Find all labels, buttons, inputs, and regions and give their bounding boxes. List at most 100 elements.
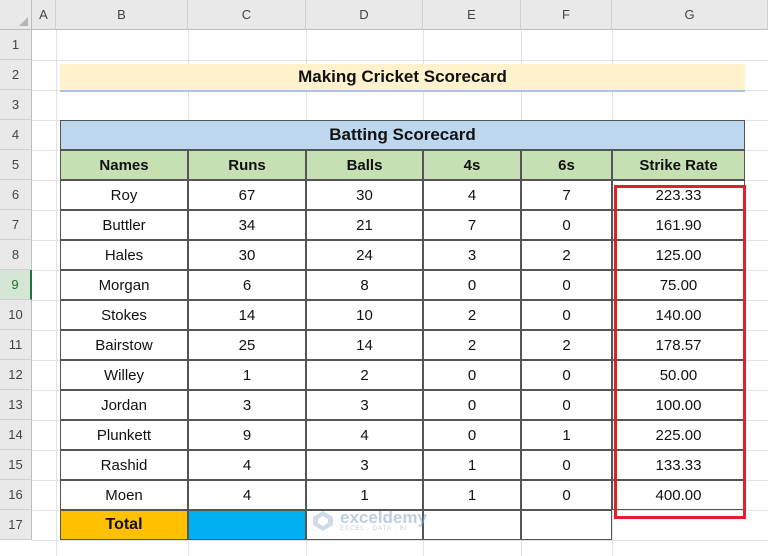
table-cell[interactable]: 0 (423, 360, 521, 390)
table-cell[interactable]: Buttler (60, 210, 188, 240)
table-cell[interactable]: Rashid (60, 450, 188, 480)
table-cell[interactable]: 223.33 (612, 180, 745, 210)
table-cell[interactable]: 0 (521, 480, 612, 510)
table-cell[interactable]: 50.00 (612, 360, 745, 390)
table-cell[interactable]: 4 (423, 180, 521, 210)
table-cell[interactable]: 178.57 (612, 330, 745, 360)
table-cell[interactable]: 0 (521, 210, 612, 240)
table-cell[interactable]: 9 (188, 420, 306, 450)
table-cell[interactable]: 6 (188, 270, 306, 300)
table-cell[interactable]: 2 (423, 330, 521, 360)
table-cell[interactable]: 30 (188, 240, 306, 270)
table-cell[interactable]: 0 (521, 450, 612, 480)
row-header-5[interactable]: 5 (0, 150, 32, 180)
table-cell[interactable]: 4 (188, 480, 306, 510)
row-header-14[interactable]: 14 (0, 420, 32, 450)
table-cell[interactable]: 4 (306, 420, 423, 450)
column-header-A[interactable]: A (32, 0, 56, 30)
table-cell[interactable]: 10 (306, 300, 423, 330)
table-cell[interactable]: 14 (306, 330, 423, 360)
column-title-balls: Balls (306, 150, 423, 180)
select-all-corner[interactable] (0, 0, 32, 30)
row-header-1[interactable]: 1 (0, 30, 32, 60)
table-cell[interactable]: Moen (60, 480, 188, 510)
table-cell[interactable]: 0 (521, 270, 612, 300)
row-header-7[interactable]: 7 (0, 210, 32, 240)
row-header-11[interactable]: 11 (0, 330, 32, 360)
table-cell[interactable]: Plunkett (60, 420, 188, 450)
table-cell[interactable]: 3 (423, 240, 521, 270)
column-header-D[interactable]: D (306, 0, 423, 30)
table-cell[interactable]: 8 (306, 270, 423, 300)
table-cell[interactable]: 67 (188, 180, 306, 210)
table-cell[interactable]: 133.33 (612, 450, 745, 480)
table-cell[interactable]: Willey (60, 360, 188, 390)
column-header-F[interactable]: F (521, 0, 612, 30)
column-header-G[interactable]: G (612, 0, 768, 30)
table-cell[interactable]: 225.00 (612, 420, 745, 450)
row-header-15[interactable]: 15 (0, 450, 32, 480)
gridline (32, 540, 768, 541)
table-cell[interactable]: 2 (521, 240, 612, 270)
total-cell[interactable] (423, 510, 521, 540)
row-header-16[interactable]: 16 (0, 480, 32, 510)
table-cell[interactable]: 3 (306, 390, 423, 420)
total-cell[interactable] (521, 510, 612, 540)
table-cell[interactable]: 2 (306, 360, 423, 390)
table-cell[interactable]: 34 (188, 210, 306, 240)
table-cell[interactable]: 7 (521, 180, 612, 210)
table-cell[interactable]: 100.00 (612, 390, 745, 420)
table-cell[interactable]: 0 (423, 390, 521, 420)
row-header-10[interactable]: 10 (0, 300, 32, 330)
row-header-2[interactable]: 2 (0, 60, 32, 90)
table-cell[interactable]: 125.00 (612, 240, 745, 270)
table-cell[interactable]: 2 (423, 300, 521, 330)
table-cell[interactable]: 30 (306, 180, 423, 210)
table-cell[interactable]: 1 (423, 480, 521, 510)
table-cell[interactable]: 0 (521, 360, 612, 390)
table-cell[interactable]: 21 (306, 210, 423, 240)
table-cell[interactable]: 400.00 (612, 480, 745, 510)
table-cell[interactable]: Roy (60, 180, 188, 210)
table-cell[interactable]: Jordan (60, 390, 188, 420)
gridline (56, 30, 57, 556)
column-title-names: Names (60, 150, 188, 180)
total-label[interactable]: Total (60, 510, 188, 540)
table-cell[interactable]: 1 (423, 450, 521, 480)
total-runs-cell[interactable] (188, 510, 306, 540)
table-cell[interactable]: 75.00 (612, 270, 745, 300)
table-cell[interactable]: 0 (423, 270, 521, 300)
table-cell[interactable]: Morgan (60, 270, 188, 300)
table-cell[interactable]: 3 (306, 450, 423, 480)
table-cell[interactable]: 1 (188, 360, 306, 390)
table-cell[interactable]: 24 (306, 240, 423, 270)
column-header-C[interactable]: C (188, 0, 306, 30)
row-header-4[interactable]: 4 (0, 120, 32, 150)
table-cell[interactable]: 1 (521, 420, 612, 450)
table-cell[interactable]: 4 (188, 450, 306, 480)
row-header-12[interactable]: 12 (0, 360, 32, 390)
table-cell[interactable]: Hales (60, 240, 188, 270)
table-cell[interactable]: 140.00 (612, 300, 745, 330)
table-cell[interactable]: 161.90 (612, 210, 745, 240)
column-title-runs: Runs (188, 150, 306, 180)
table-cell[interactable]: 0 (521, 300, 612, 330)
row-header-3[interactable]: 3 (0, 90, 32, 120)
row-header-8[interactable]: 8 (0, 240, 32, 270)
row-header-13[interactable]: 13 (0, 390, 32, 420)
column-header-E[interactable]: E (423, 0, 521, 30)
table-cell[interactable]: 2 (521, 330, 612, 360)
table-cell[interactable]: 1 (306, 480, 423, 510)
table-cell[interactable]: 14 (188, 300, 306, 330)
table-cell[interactable]: 0 (423, 420, 521, 450)
row-header-6[interactable]: 6 (0, 180, 32, 210)
table-cell[interactable]: Stokes (60, 300, 188, 330)
column-header-B[interactable]: B (56, 0, 188, 30)
table-cell[interactable]: 3 (188, 390, 306, 420)
row-header-17[interactable]: 17 (0, 510, 32, 540)
row-header-9[interactable]: 9 (0, 270, 32, 300)
table-cell[interactable]: 0 (521, 390, 612, 420)
table-cell[interactable]: Bairstow (60, 330, 188, 360)
table-cell[interactable]: 25 (188, 330, 306, 360)
table-cell[interactable]: 7 (423, 210, 521, 240)
